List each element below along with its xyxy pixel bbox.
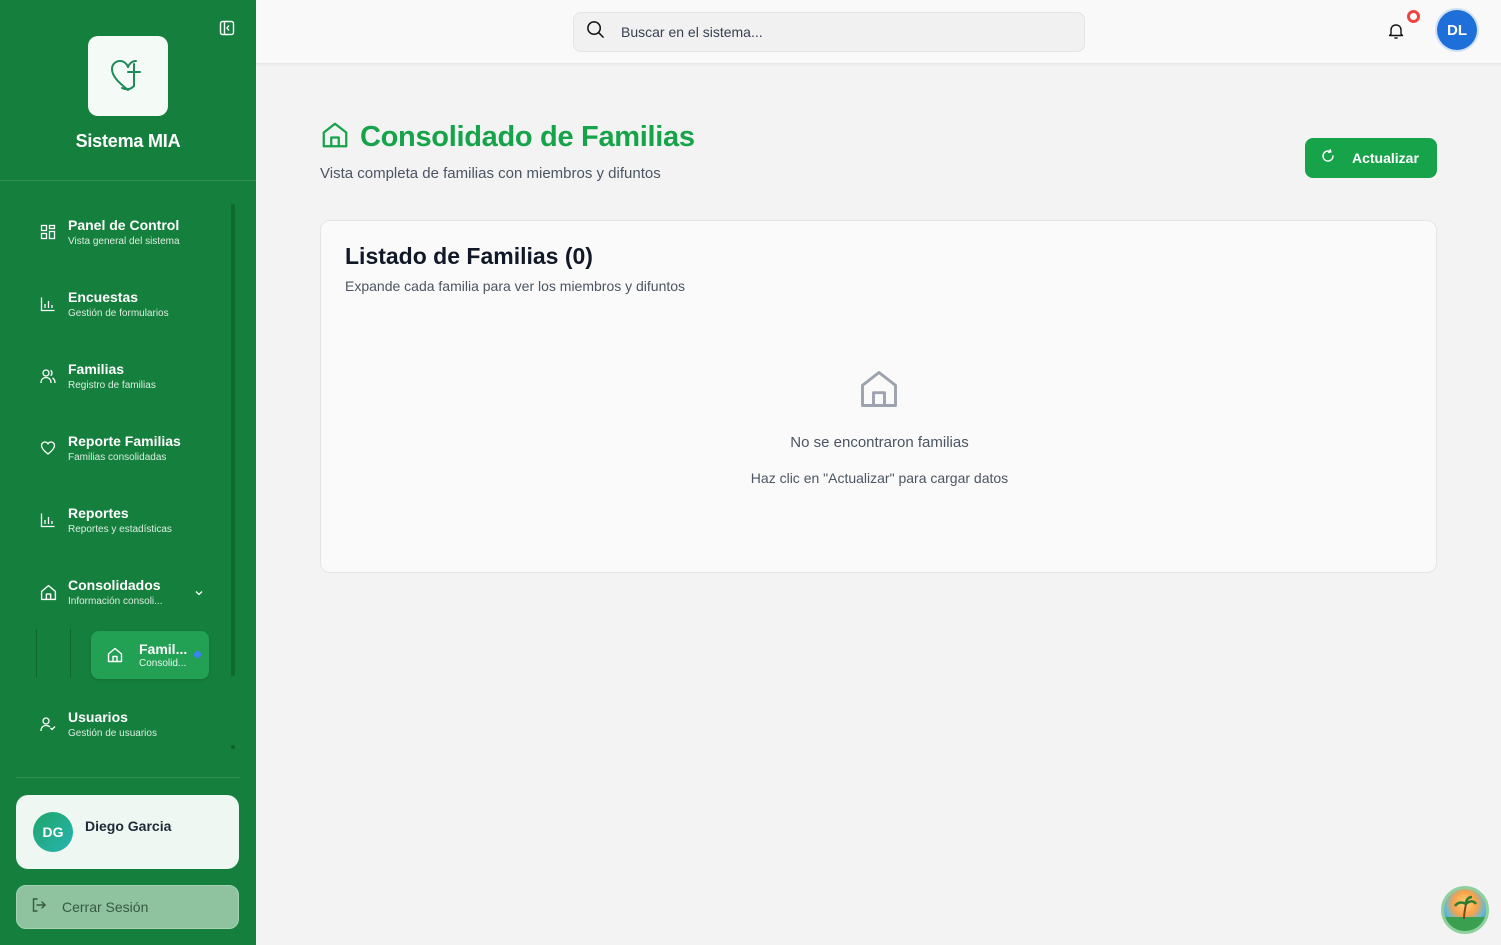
empty-state-hint: Haz clic en "Actualizar" para cargar dat…: [750, 470, 1009, 486]
sidebar-scroll-indicator: [231, 745, 235, 749]
sidebar-item-label: Reporte Familias: [68, 432, 181, 449]
dashboard-icon: [28, 224, 68, 240]
user-name: Diego Garcia: [85, 818, 172, 834]
sidebar-item-panel-de-control[interactable]: Panel de Control Vista general del sistem…: [28, 207, 218, 257]
users-icon: [28, 368, 68, 384]
sidebar-subitem-label: Famil...: [139, 640, 188, 657]
sidebar-subitem-sublabel: Consolid...: [139, 657, 187, 669]
sidebar-item-reporte-familias[interactable]: Reporte Familias Familias consolidadas: [28, 423, 218, 473]
sidebar-item-sublabel: Reportes y estadísticas: [68, 523, 172, 535]
sidebar-scrollbar[interactable]: [231, 204, 235, 676]
active-indicator-dot: [194, 651, 201, 658]
sidebar-item-familias[interactable]: Familias Registro de familias: [28, 351, 218, 401]
avatar: DG: [33, 812, 73, 852]
sidebar-item-label: Panel de Control: [68, 216, 180, 233]
search-icon: [586, 20, 605, 44]
empty-state-title: No se encontraron familias: [790, 434, 969, 451]
bell-icon[interactable]: [1387, 22, 1405, 45]
card-subtitle: Expande cada familia para ver los miembr…: [345, 278, 686, 294]
refresh-icon: [1321, 148, 1335, 168]
sidebar-item-reportes[interactable]: Reportes Reportes y estadísticas: [28, 495, 218, 545]
submenu-guide-line: [70, 629, 71, 677]
sidebar-item-sublabel: Información consoli...: [68, 595, 163, 607]
logout-icon: [31, 897, 47, 918]
search-input[interactable]: [621, 24, 1041, 40]
sidebar-divider: [0, 180, 256, 181]
top-bar: DL: [256, 0, 1501, 64]
app-logo: [88, 36, 168, 116]
home-icon: [28, 584, 68, 601]
sidebar-item-label: Consolidados: [68, 576, 161, 593]
sidebar-divider: [16, 777, 240, 778]
sidebar-item-sublabel: Registro de familias: [68, 379, 156, 391]
refresh-button[interactable]: Actualizar: [1305, 138, 1437, 178]
avatar[interactable]: DL: [1437, 10, 1477, 50]
sidebar-item-sublabel: Vista general del sistema: [68, 235, 180, 247]
palm-tree-icon: [1444, 895, 1486, 931]
notification-badge: [1407, 10, 1420, 23]
user-check-icon: [28, 716, 68, 732]
sidebar-item-usuarios[interactable]: Usuarios Gestión de usuarios: [28, 699, 218, 749]
sidebar-item-label: Encuestas: [68, 288, 139, 305]
search-box[interactable]: [573, 12, 1085, 52]
families-list-card: Listado de Familias (0) Expande cada fam…: [320, 220, 1437, 573]
card-title: Listado de Familias (0): [345, 243, 593, 269]
sidebar-item-sublabel: Gestión de usuarios: [68, 727, 157, 739]
home-icon: [320, 120, 350, 155]
home-icon: [91, 647, 139, 663]
page-subtitle: Vista completa de familias con miembros …: [320, 165, 661, 182]
logout-button[interactable]: Cerrar Sesión: [16, 885, 239, 929]
chevron-down-icon[interactable]: [194, 585, 204, 603]
sidebar-item-label: Familias: [68, 360, 125, 377]
sidebar-item-sublabel: Familias consolidadas: [68, 451, 167, 463]
page-title: Consolidado de Familias: [360, 121, 695, 153]
home-icon: [857, 367, 901, 416]
sidebar-collapse-icon[interactable]: [219, 20, 235, 36]
sidebar-item-consolidados[interactable]: Consolidados Información consoli...: [28, 567, 218, 617]
sidebar-item-encuestas[interactable]: Encuestas Gestión de formularios: [28, 279, 218, 329]
sidebar-item-label: Reportes: [68, 504, 129, 521]
user-card[interactable]: DG Diego Garcia: [16, 795, 239, 869]
bar-chart-icon: [28, 512, 68, 528]
submenu-guide-line: [36, 629, 37, 677]
page-header: Consolidado de Familias Vista completa d…: [320, 120, 695, 182]
refresh-button-label: Actualizar: [1352, 150, 1419, 166]
sidebar-item-label: Usuarios: [68, 708, 128, 725]
logout-label: Cerrar Sesión: [62, 899, 149, 915]
bar-chart-icon: [28, 296, 68, 312]
floating-assistant-button[interactable]: [1441, 886, 1489, 934]
sidebar-subitem-familias-active[interactable]: Famil... Consolid...: [91, 631, 209, 679]
app-name: Sistema MIA: [75, 131, 181, 151]
sidebar: Sistema MIA Panel de Control Vista genera…: [0, 0, 256, 945]
sidebar-item-sublabel: Gestión de formularios: [68, 307, 169, 319]
heart-icon: [28, 440, 68, 456]
